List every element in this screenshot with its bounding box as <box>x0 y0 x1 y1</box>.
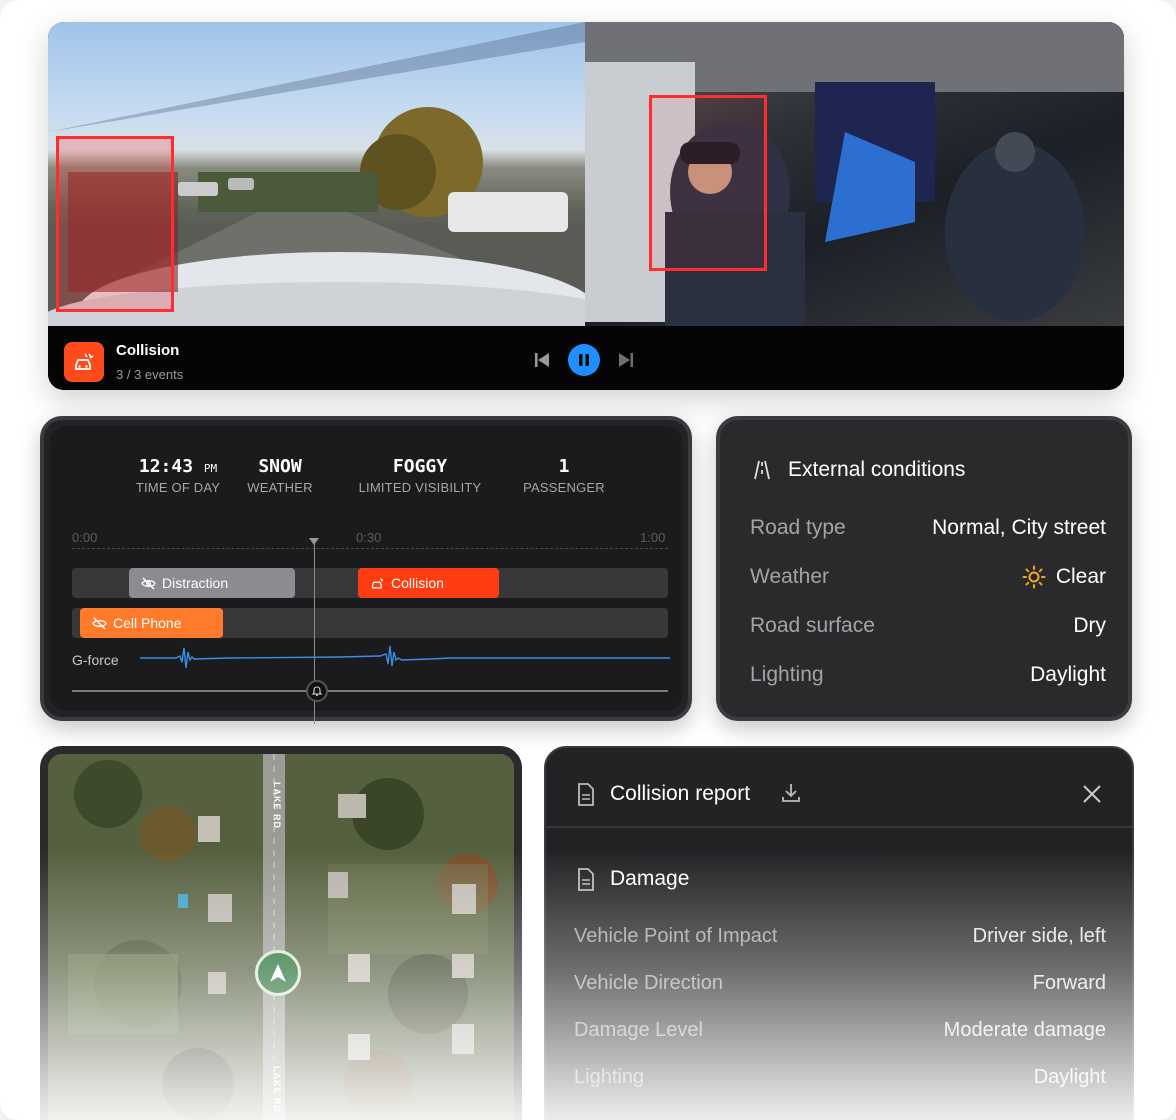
timeline-track-2: Cell Phone <box>72 608 668 638</box>
report-row: Lighting Daylight <box>574 1066 1106 1089</box>
driver-detection-box <box>649 95 767 271</box>
report-row: Vehicle Point of Impact Driver side, lef… <box>574 925 1106 948</box>
dashcam-player: Collision 3 / 3 events <box>48 22 1124 390</box>
stat-visibility: FOGGY LIMITED VISIBILITY <box>350 456 490 495</box>
stat-passenger: 1 PASSENGER <box>514 456 614 495</box>
road-type-value: Normal, City street <box>932 516 1106 539</box>
tick-mid: 0:30 <box>356 530 382 545</box>
skip-forward-icon <box>619 353 633 367</box>
event-timeline-card: 12:43 PM TIME OF DAY SNOW WEATHER FOGGY … <box>40 416 692 724</box>
car-crash-icon <box>371 577 384 588</box>
road-surface-key: Road surface <box>750 614 875 637</box>
scrubber-track[interactable] <box>72 690 668 692</box>
road-label-north: LAKE RD <box>272 782 282 829</box>
condition-road-surface: Road surface Dry <box>750 614 1106 638</box>
dashboard-page: Collision 3 / 3 events 12:43 PM TIME OF … <box>0 0 1176 1120</box>
vehicle-direction-key: Vehicle Direction <box>574 972 723 994</box>
lighting-key: Lighting <box>750 663 824 686</box>
event-title: Collision <box>116 342 180 359</box>
vehicle-direction-value: Forward <box>1032 972 1106 994</box>
visibility-label: LIMITED VISIBILITY <box>358 480 482 495</box>
cell-phone-event[interactable]: Cell Phone <box>80 608 223 638</box>
car-crash-icon <box>64 342 104 382</box>
collision-report-card: Collision report Damage Vehicle Point of… <box>544 746 1134 1120</box>
document-icon <box>578 783 594 806</box>
cabin-camera-feed[interactable] <box>585 22 1124 326</box>
conditions-header: External conditions <box>750 458 965 482</box>
road-label-south: LAKE RD <box>272 1066 282 1113</box>
playback-controls <box>532 344 636 376</box>
time-label: TIME OF DAY <box>135 480 221 495</box>
document-icon <box>578 868 594 891</box>
condition-lighting: Lighting Daylight <box>750 663 1106 687</box>
vehicle-location-marker[interactable] <box>255 950 301 996</box>
distraction-label: Distraction <box>162 575 229 591</box>
event-counter: 3 / 3 events <box>116 367 184 382</box>
weather-value: Clear <box>1055 565 1106 588</box>
phone-off-icon <box>92 616 107 630</box>
weather-value-wrap: Clear <box>1022 565 1106 589</box>
road-icon <box>754 460 770 480</box>
report-row: Vehicle Direction Forward <box>574 972 1106 995</box>
player-footer: Collision 3 / 3 events <box>48 326 1124 390</box>
gforce-label: G-force <box>72 652 119 668</box>
road-type-key: Road type <box>750 516 846 539</box>
damage-level-key: Damage Level <box>574 1019 703 1041</box>
collision-event[interactable]: Collision <box>358 568 499 598</box>
damage-level-value: Moderate damage <box>943 1019 1106 1041</box>
distraction-event[interactable]: Distraction <box>129 568 295 598</box>
timeline-axis <box>72 548 668 549</box>
pause-icon <box>579 354 589 366</box>
condition-road-type: Road type Normal, City street <box>750 516 1106 540</box>
download-icon[interactable] <box>780 782 802 804</box>
external-conditions-card: External conditions Road type Normal, Ci… <box>716 416 1132 721</box>
collision-label: Collision <box>391 575 444 591</box>
tick-end: 1:00 <box>640 530 666 545</box>
conditions-title: External conditions <box>788 458 966 481</box>
point-of-impact-key: Vehicle Point of Impact <box>574 925 778 947</box>
report-lighting-value: Daylight <box>1033 1066 1106 1088</box>
report-lighting-key: Lighting <box>574 1066 645 1088</box>
report-title: Collision report <box>610 782 751 805</box>
cell-phone-label: Cell Phone <box>113 615 182 631</box>
weather-key: Weather <box>750 565 829 588</box>
time-suffix: PM <box>203 462 218 475</box>
sun-icon <box>1022 565 1046 589</box>
skip-back-icon <box>535 353 549 367</box>
eye-off-icon <box>141 576 156 590</box>
point-of-impact-value: Driver side, left <box>972 925 1106 947</box>
road-surface-value: Dry <box>1073 614 1106 637</box>
report-row: Damage Level Moderate damage <box>574 1019 1106 1042</box>
visibility-value: FOGGY <box>392 456 448 477</box>
gforce-waveform <box>140 645 670 669</box>
bell-icon <box>311 686 323 697</box>
stat-time-of-day: 12:43 PM TIME OF DAY <box>128 456 228 495</box>
scrubber-handle[interactable] <box>306 680 328 702</box>
lighting-value: Daylight <box>1030 663 1106 686</box>
road-camera-feed[interactable] <box>48 22 585 326</box>
close-icon[interactable] <box>1080 782 1104 806</box>
stat-weather: SNOW WEATHER <box>240 456 320 495</box>
weather-label: WEATHER <box>247 480 313 495</box>
weather-value: SNOW <box>258 456 302 477</box>
previous-button[interactable] <box>532 350 552 370</box>
passenger-label: PASSENGER <box>523 480 605 495</box>
pause-button[interactable] <box>568 344 600 376</box>
passenger-value: 1 <box>558 456 570 477</box>
vehicle-detection-box <box>56 136 174 312</box>
timeline-track-1: Distraction Collision <box>72 568 668 598</box>
time-value: 12:43 <box>138 456 194 477</box>
timeline-panel: 12:43 PM TIME OF DAY SNOW WEATHER FOGGY … <box>50 426 682 724</box>
report-header: Collision report <box>546 748 1132 828</box>
location-map[interactable]: LAKE RD LAKE RD <box>40 746 522 1120</box>
next-button[interactable] <box>616 350 636 370</box>
condition-weather: Weather Clear <box>750 565 1106 589</box>
navigation-arrow-icon <box>270 964 286 982</box>
tick-start: 0:00 <box>72 530 98 545</box>
damage-section-title: Damage <box>610 867 690 890</box>
